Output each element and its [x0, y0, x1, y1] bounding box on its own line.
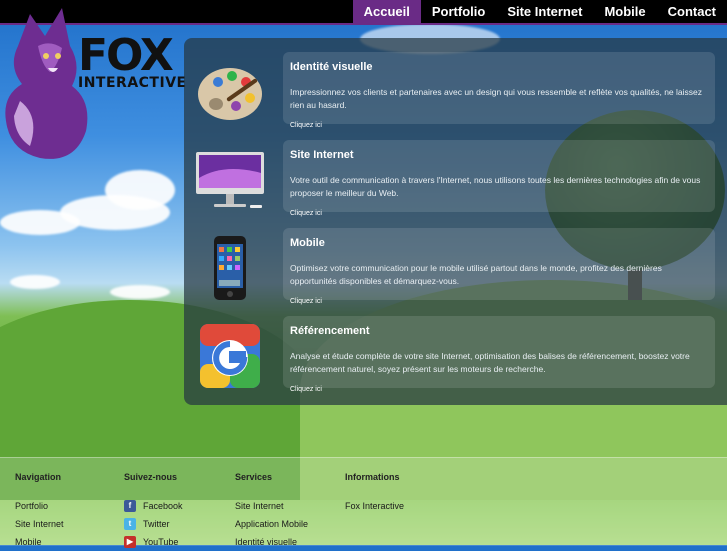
- nav-item-mobile[interactable]: Mobile: [593, 0, 656, 24]
- nav-item-accueil[interactable]: Accueil: [352, 0, 421, 24]
- footer-link-identite-visuelle[interactable]: Identité visuelle: [235, 533, 308, 551]
- service-card: Site Internet Votre outil de communicati…: [283, 140, 715, 212]
- imac-computer-icon: [196, 152, 264, 208]
- footer-link-mobile[interactable]: Mobile: [15, 533, 64, 551]
- service-site-internet: Site Internet Votre outil de communicati…: [184, 140, 727, 220]
- service-card: Identité visuelle Impressionnez vos clie…: [283, 52, 715, 124]
- footer-link-portfolio[interactable]: Portfolio: [15, 497, 64, 515]
- footer-link-label: Facebook: [143, 501, 183, 511]
- service-title: Mobile: [290, 237, 325, 249]
- service-description: Optimisez votre communication pour le mo…: [290, 263, 662, 286]
- footer-link-twitter[interactable]: t Twitter: [124, 515, 183, 533]
- footer-link-facebook[interactable]: f Facebook: [124, 497, 183, 515]
- service-title: Référencement: [290, 325, 370, 337]
- service-description: Impressionnez vos clients et partenaires…: [290, 87, 702, 110]
- cliquez-ici-link[interactable]: Cliquez ici: [290, 210, 322, 217]
- service-mobile: Mobile Optimisez votre communication pou…: [184, 228, 727, 308]
- service-description: Votre outil de communication à travers l…: [290, 175, 701, 198]
- footer-col-social: Suivez-nous f Facebook t Twitter ▶ YouTu…: [124, 472, 183, 551]
- footer-link-youtube[interactable]: ▶ YouTube: [124, 533, 183, 551]
- facebook-icon: f: [124, 500, 136, 512]
- logo-wordmark: FOX: [78, 30, 174, 81]
- google-g-icon: [200, 324, 260, 388]
- service-referencement: Référencement Analyse et étude complète …: [184, 316, 727, 396]
- footer-link-site-internet[interactable]: Site Internet: [235, 497, 308, 515]
- service-identite-visuelle: Identité visuelle Impressionnez vos clie…: [184, 52, 727, 132]
- footer-heading: Suivez-nous: [124, 472, 178, 482]
- nav-item-site-internet[interactable]: Site Internet: [496, 0, 593, 24]
- twitter-icon: t: [124, 518, 136, 530]
- smartphone-icon: [214, 236, 246, 300]
- footer-col-navigation: Navigation Portfolio Site Internet Mobil…: [15, 472, 64, 551]
- footer-col-services: Services Site Internet Application Mobil…: [235, 472, 308, 551]
- service-title: Site Internet: [290, 149, 354, 161]
- youtube-icon: ▶: [124, 536, 136, 548]
- footer-link-label: YouTube: [143, 537, 179, 547]
- footer-heading: Informations: [345, 472, 400, 482]
- cliquez-ici-link[interactable]: Cliquez ici: [290, 122, 322, 129]
- footer-col-informations: Informations Fox Interactive: [345, 472, 404, 515]
- footer: Navigation Portfolio Site Internet Mobil…: [0, 457, 727, 548]
- footer-heading: Navigation: [15, 472, 62, 482]
- footer-link-label: Twitter: [143, 519, 170, 529]
- footer-heading: Services: [235, 472, 273, 482]
- footer-link-application-mobile[interactable]: Application Mobile: [235, 515, 308, 533]
- nav-item-contact[interactable]: Contact: [657, 0, 727, 24]
- cliquez-ici-link[interactable]: Cliquez ici: [290, 298, 322, 305]
- services-panel: Identité visuelle Impressionnez vos clie…: [184, 38, 727, 405]
- footer-link-fox-interactive[interactable]: Fox Interactive: [345, 497, 404, 515]
- service-description: Analyse et étude complète de votre site …: [290, 351, 690, 374]
- logo-subtitle: INTERACTIVE: [78, 75, 187, 91]
- paint-palette-icon: [198, 68, 262, 120]
- service-card: Mobile Optimisez votre communication pou…: [283, 228, 715, 300]
- nav-item-portfolio[interactable]: Portfolio: [421, 0, 496, 24]
- footer-link-site-internet[interactable]: Site Internet: [15, 515, 64, 533]
- service-title: Identité visuelle: [290, 61, 373, 73]
- site-logo[interactable]: FOX INTERACTIVE: [0, 6, 186, 166]
- main-nav: Accueil Portfolio Site Internet Mobile C…: [352, 0, 727, 24]
- service-card: Référencement Analyse et étude complète …: [283, 316, 715, 388]
- cliquez-ici-link[interactable]: Cliquez ici: [290, 386, 322, 393]
